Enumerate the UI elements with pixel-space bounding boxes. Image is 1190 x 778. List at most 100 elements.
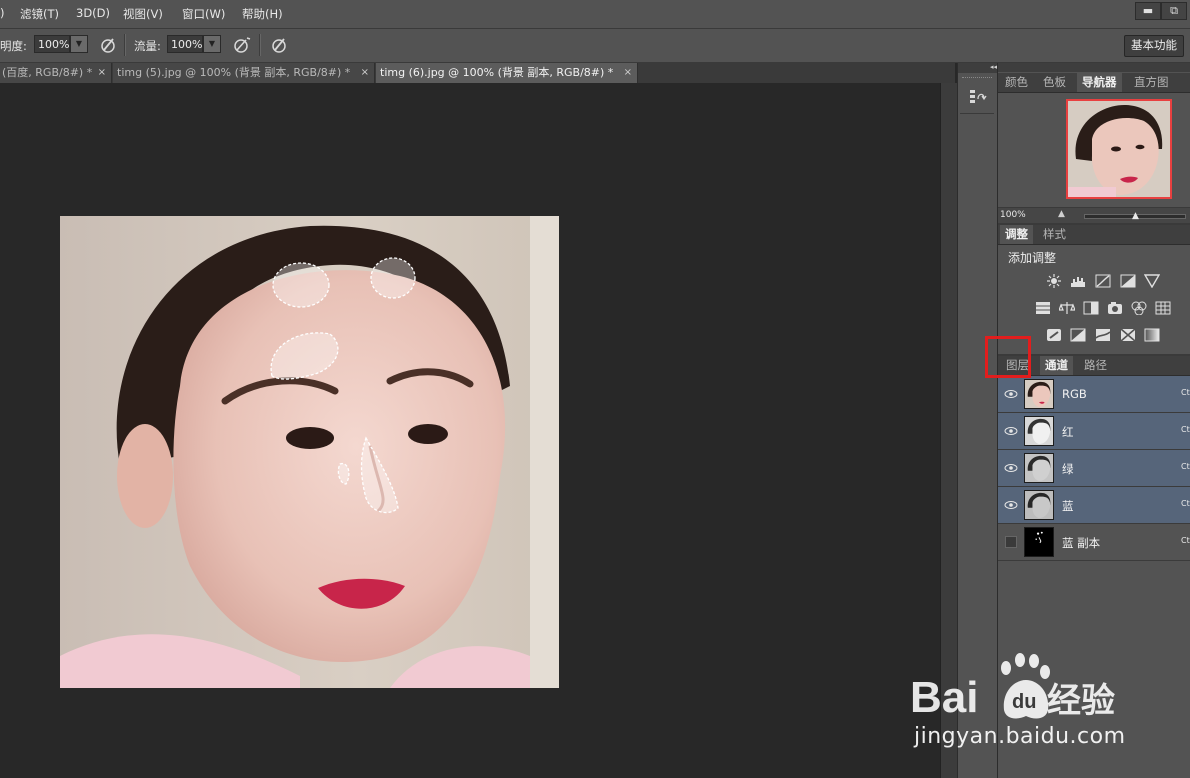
adjustments-heading: 添加调整 (1008, 251, 1057, 265)
menu-3d[interactable]: 3D(D) (76, 6, 110, 20)
document-tab-bar: (百度, RGB/8#) * × timg (5).jpg @ 100% (背景… (0, 63, 955, 83)
levels-icon[interactable] (1070, 274, 1086, 288)
eye-icon[interactable] (1004, 461, 1018, 475)
options-bar: 明度: 100% ▼ 流量: 100% ▼ 基本功能 (0, 29, 1190, 63)
brightness-icon[interactable] (1046, 274, 1062, 288)
channel-shortcut: Ctrl+4 (1181, 462, 1190, 471)
channel-shortcut: Ctrl+3 (1181, 425, 1190, 434)
channel-row-blue-copy[interactable]: 蓝 副本 Ctrl+6 (998, 524, 1190, 561)
navigator-zoom-bar: 100% ▲ ▲ (998, 207, 1190, 224)
black-white-icon[interactable] (1083, 301, 1099, 315)
history-icon[interactable] (967, 87, 987, 107)
pressure-size-icon[interactable] (269, 35, 289, 55)
options-separator (259, 34, 261, 56)
minimize-button[interactable]: ▬ (1135, 2, 1161, 20)
channel-mixer-icon[interactable] (1131, 301, 1147, 315)
channel-shortcut: Ctrl+6 (1181, 536, 1190, 545)
channel-thumbnail (1024, 453, 1054, 483)
channel-name: RGB (1062, 387, 1087, 401)
threshold-icon[interactable] (1095, 328, 1111, 342)
channel-name: 蓝 (1062, 499, 1074, 513)
close-icon[interactable]: × (624, 63, 632, 83)
channel-thumbnail (1024, 490, 1054, 520)
menu-view[interactable]: 视图(V) (123, 6, 163, 22)
channel-thumbnail (1024, 416, 1054, 446)
zoom-value[interactable]: 100% (1000, 210, 1026, 220)
svg-text:du: du (1012, 691, 1036, 713)
tab-histogram[interactable]: 直方图 (1129, 73, 1174, 92)
photo-filter-icon[interactable] (1107, 301, 1123, 315)
vibrance-icon[interactable] (1144, 274, 1160, 288)
curves-icon[interactable] (1095, 274, 1111, 288)
menu-help[interactable]: 帮助(H) (242, 6, 283, 22)
tab-styles[interactable]: 样式 (1038, 225, 1071, 244)
restore-button[interactable]: ⧉ (1161, 2, 1187, 20)
flow-dropdown-button[interactable]: ▼ (203, 35, 221, 53)
zoom-slider-thumb[interactable]: ▲ (1132, 211, 1139, 221)
menu-filter[interactable]: 滤镜(T) (20, 6, 59, 22)
airbrush-icon[interactable] (232, 35, 252, 55)
document-tab[interactable]: (百度, RGB/8#) * × (0, 63, 112, 83)
dock-grip[interactable] (962, 77, 992, 80)
channel-shortcut: Ctrl+2 (1181, 388, 1190, 397)
tab-navigator[interactable]: 导航器 (1077, 73, 1122, 92)
zoom-out-icon[interactable]: ▲ (1058, 209, 1065, 219)
channel-row-green[interactable]: 绿 Ctrl+4 (998, 450, 1190, 487)
visibility-checkbox[interactable] (1005, 536, 1017, 548)
flow-field[interactable]: 100% (167, 35, 203, 53)
flow-label: 流量: (134, 39, 161, 53)
document-tab[interactable]: timg (5).jpg @ 100% (背景 副本, RGB/8#) * × (113, 63, 375, 83)
watermark-url: jingyan.baidu.com (914, 724, 1126, 749)
tab-title: (百度, RGB/8#) * (2, 66, 93, 79)
tab-channels[interactable]: 通道 (1040, 356, 1073, 375)
channel-row-red[interactable]: 红 Ctrl+3 (998, 413, 1190, 450)
tab-color[interactable]: 颜色 (1000, 73, 1033, 92)
tab-title: timg (5).jpg @ 100% (背景 副本, RGB/8#) * (117, 66, 351, 79)
exposure-icon[interactable] (1120, 274, 1136, 288)
channel-name: 红 (1062, 425, 1074, 439)
eye-icon[interactable] (1004, 387, 1018, 401)
tab-swatches[interactable]: 色板 (1038, 73, 1071, 92)
close-icon[interactable]: × (98, 63, 106, 83)
tab-adjustments[interactable]: 调整 (1000, 225, 1033, 244)
opacity-dropdown-button[interactable]: ▼ (70, 35, 88, 53)
workspace-button[interactable]: 基本功能 (1124, 35, 1184, 57)
highlight-box (985, 336, 1031, 378)
invert-icon[interactable] (1046, 328, 1062, 342)
adjustments-tab-bar: 调整 样式 (998, 225, 1190, 245)
tab-title: timg (6).jpg @ 100% (背景 副本, RGB/8#) * (380, 66, 614, 79)
color-lookup-icon[interactable] (1155, 301, 1171, 315)
channel-row-blue[interactable]: 蓝 Ctrl+5 (998, 487, 1190, 524)
eye-icon[interactable] (1004, 498, 1018, 512)
channel-shortcut: Ctrl+5 (1181, 499, 1190, 508)
document-image[interactable] (60, 216, 559, 688)
pressure-opacity-icon[interactable] (98, 35, 118, 55)
channel-thumbnail (1024, 379, 1054, 409)
navigator-thumbnail[interactable] (1066, 99, 1172, 199)
posterize-icon[interactable] (1070, 328, 1086, 342)
eye-icon[interactable] (1004, 424, 1018, 438)
close-icon[interactable]: × (361, 63, 369, 83)
channel-name: 蓝 副本 (1062, 536, 1101, 550)
watermark-brand-cn: 经验 (1047, 681, 1115, 721)
tab-paths[interactable]: 路径 (1079, 356, 1112, 375)
gradient-map-icon[interactable] (1144, 328, 1160, 342)
document-tab-active[interactable]: timg (6).jpg @ 100% (背景 副本, RGB/8#) * × (376, 63, 638, 83)
channel-row-rgb[interactable]: RGB Ctrl+2 (998, 376, 1190, 413)
options-separator (124, 34, 126, 56)
panel-header-strip (998, 63, 1190, 72)
watermark-brand: Bai (910, 673, 978, 722)
dock-separator (960, 113, 994, 114)
opacity-field[interactable]: 100% (34, 35, 70, 53)
menu-window[interactable]: 窗口(W) (182, 6, 225, 22)
navigator-tab-bar: 颜色 色板 导航器 直方图 (998, 73, 1190, 93)
menu-bar: ) 滤镜(T) 3D(D) 视图(V) 窗口(W) 帮助(H) ▬ ⧉ (0, 0, 1190, 29)
color-balance-icon[interactable] (1059, 301, 1075, 315)
selective-color-icon[interactable] (1120, 328, 1136, 342)
channel-thumbnail (1024, 527, 1054, 557)
opacity-label: 明度: (0, 39, 27, 53)
channel-name: 绿 (1062, 462, 1074, 476)
dock-collapse-button[interactable]: ◂◂ (958, 63, 997, 73)
menu-fragment: ) (0, 6, 5, 20)
hue-saturation-icon[interactable] (1035, 301, 1051, 315)
